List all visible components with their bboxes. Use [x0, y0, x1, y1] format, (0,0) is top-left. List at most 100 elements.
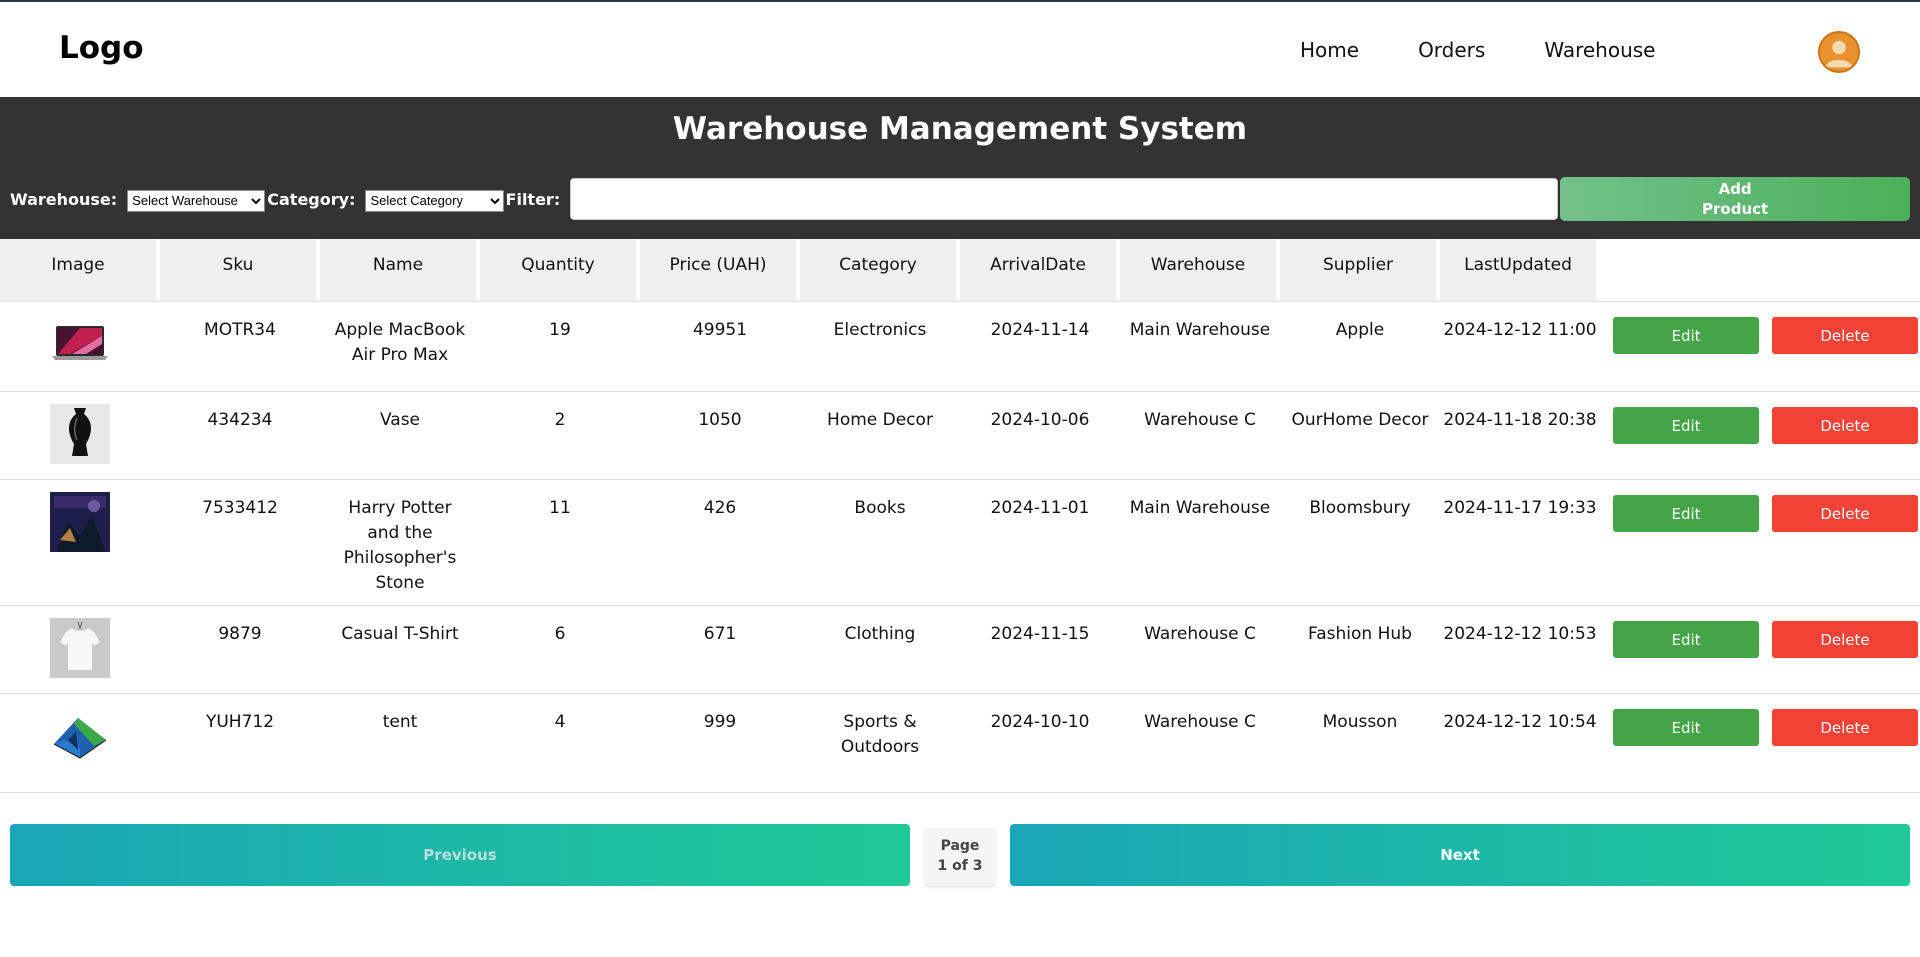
pagination: Previous Page 1 of 3 Next	[10, 824, 1910, 886]
last-updated-cell: 2024-11-17 19:33	[1440, 479, 1600, 605]
vase-image	[50, 404, 110, 464]
warehouse-select[interactable]: Select Warehouse	[127, 189, 266, 212]
image-cell	[0, 693, 160, 793]
edit-button[interactable]: Edit	[1613, 495, 1759, 532]
edit-button[interactable]: Edit	[1613, 709, 1759, 746]
next-button[interactable]: Next	[1010, 824, 1910, 886]
image-cell	[0, 605, 160, 693]
page-count: 1 of 3	[937, 858, 983, 874]
quantity-cell: 4	[480, 693, 640, 793]
arrival-date-cell: 2024-11-01	[960, 479, 1120, 605]
quantity-cell: 11	[480, 479, 640, 605]
previous-button[interactable]: Previous	[10, 824, 910, 886]
add-button-line1: Add	[1718, 180, 1752, 198]
category-cell: Books	[800, 479, 960, 605]
sku-cell: 9879	[160, 605, 320, 693]
add-button-line2: Product	[1702, 200, 1769, 218]
filter-input[interactable]	[570, 178, 1559, 220]
quantity-cell: 2	[480, 391, 640, 479]
delete-button[interactable]: Delete	[1772, 621, 1918, 658]
name-cell: tent	[320, 693, 480, 793]
page-title: Warehouse Management System	[672, 111, 1248, 147]
price-cell: 999	[640, 693, 800, 793]
price-cell: 671	[640, 605, 800, 693]
table-row: 7533412 Harry Potter and the Philosopher…	[0, 479, 1920, 605]
supplier-cell: Fashion Hub	[1280, 605, 1440, 693]
edit-button[interactable]: Edit	[1613, 621, 1759, 658]
col-header-name: Name	[320, 239, 480, 301]
edit-button[interactable]: Edit	[1613, 407, 1759, 444]
col-header-actions	[1600, 239, 1920, 301]
laptop-image	[52, 326, 108, 360]
nav-warehouse[interactable]: Warehouse	[1544, 38, 1655, 62]
sku-cell: MOTR34	[160, 301, 320, 391]
filter-controls: Warehouse: Select Warehouse Category: Se…	[10, 177, 1911, 221]
book-image	[50, 492, 110, 552]
category-label: Category:	[267, 189, 356, 209]
actions-cell: Edit Delete	[1600, 605, 1920, 693]
add-product-button[interactable]: Add Product	[1560, 177, 1911, 221]
image-cell	[0, 301, 160, 391]
sku-cell: 434234	[160, 391, 320, 479]
nav-home[interactable]: Home	[1300, 38, 1359, 62]
last-updated-cell: 2024-12-12 10:53	[1440, 605, 1600, 693]
name-cell: Harry Potter and the Philosopher's Stone	[320, 479, 480, 605]
col-header-image: Image	[0, 239, 160, 301]
main-nav: Home Orders Warehouse	[1300, 38, 1714, 62]
col-header-quantity: Quantity	[480, 239, 640, 301]
tent-image	[53, 718, 107, 759]
table-row: MOTR34 Apple MacBook Air Pro Max 19 4995…	[0, 301, 1920, 391]
col-header-last-updated: LastUpdated	[1440, 239, 1600, 301]
category-cell: Home Decor	[800, 391, 960, 479]
category-select[interactable]: Select Category	[365, 189, 504, 212]
actions-cell: Edit Delete	[1600, 301, 1920, 391]
table-row: 434234 Vase 2 1050 Home Decor 2024-10-06…	[0, 391, 1920, 479]
top-navbar: Logo Home Orders Warehouse	[0, 2, 1920, 97]
last-updated-cell: 2024-12-12 11:00	[1440, 301, 1600, 391]
table-header-row: Image Sku Name Quantity Price (UAH) Cate…	[0, 239, 1920, 301]
col-header-supplier: Supplier	[1280, 239, 1440, 301]
delete-button[interactable]: Delete	[1772, 317, 1918, 354]
table-row: 9879 Casual T-Shirt 6 671 Clothing 2024-…	[0, 605, 1920, 693]
last-updated-cell: 2024-12-12 10:54	[1440, 693, 1600, 793]
price-cell: 426	[640, 479, 800, 605]
image-cell	[0, 479, 160, 605]
col-header-price: Price (UAH)	[640, 239, 800, 301]
supplier-cell: Apple	[1280, 301, 1440, 391]
arrival-date-cell: 2024-10-10	[960, 693, 1120, 793]
warehouse-label: Warehouse:	[10, 189, 118, 209]
actions-cell: Edit Delete	[1600, 391, 1920, 479]
category-cell: Electronics	[800, 301, 960, 391]
page-label: Page	[940, 838, 980, 854]
quantity-cell: 6	[480, 605, 640, 693]
actions-cell: Edit Delete	[1600, 479, 1920, 605]
supplier-cell: Mousson	[1280, 693, 1440, 793]
logo[interactable]: Logo	[59, 30, 144, 66]
warehouse-cell: Warehouse C	[1120, 693, 1280, 793]
col-header-warehouse: Warehouse	[1120, 239, 1280, 301]
delete-button[interactable]: Delete	[1772, 407, 1918, 444]
price-cell: 1050	[640, 391, 800, 479]
supplier-cell: Bloomsbury	[1280, 479, 1440, 605]
warehouse-cell: Warehouse C	[1120, 605, 1280, 693]
delete-button[interactable]: Delete	[1772, 709, 1918, 746]
last-updated-cell: 2024-11-18 20:38	[1440, 391, 1600, 479]
user-avatar-icon[interactable]	[1818, 31, 1860, 73]
name-cell: Apple MacBook Air Pro Max	[320, 301, 480, 391]
nav-orders[interactable]: Orders	[1418, 38, 1485, 62]
col-header-arrival-date: ArrivalDate	[960, 239, 1120, 301]
quantity-cell: 19	[480, 301, 640, 391]
price-cell: 49951	[640, 301, 800, 391]
warehouse-cell: Main Warehouse	[1120, 301, 1280, 391]
sku-cell: 7533412	[160, 479, 320, 605]
supplier-cell: OurHome Decor	[1280, 391, 1440, 479]
col-header-sku: Sku	[160, 239, 320, 301]
category-cell: Sports & Outdoors	[800, 693, 960, 793]
arrival-date-cell: 2024-10-06	[960, 391, 1120, 479]
col-header-category: Category	[800, 239, 960, 301]
delete-button[interactable]: Delete	[1772, 495, 1918, 532]
tshirt-image	[50, 618, 110, 678]
warehouse-cell: Main Warehouse	[1120, 479, 1280, 605]
edit-button[interactable]: Edit	[1613, 317, 1759, 354]
warehouse-cell: Warehouse C	[1120, 391, 1280, 479]
